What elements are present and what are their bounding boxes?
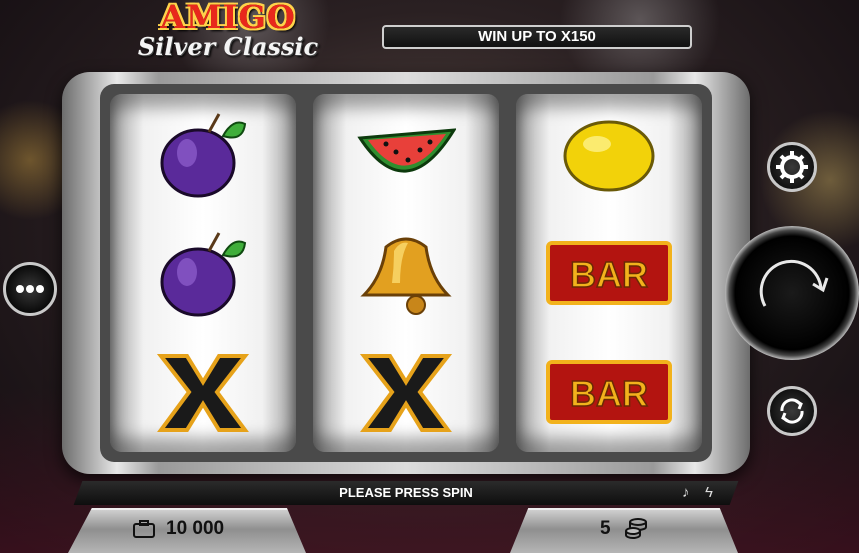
status-message: PLEASE PRESS SPIN	[339, 485, 473, 500]
reel-cell	[110, 332, 296, 451]
reel-cell	[516, 94, 702, 213]
more-dots-icon	[16, 285, 44, 293]
lemon-symbol	[563, 120, 655, 192]
plum-symbol	[160, 113, 247, 198]
bar-symbol: BAR	[546, 360, 672, 424]
bar-symbol: BAR	[546, 241, 672, 305]
bar-label: BAR	[570, 373, 648, 414]
watermelon-symbol	[357, 128, 456, 173]
win-banner: WIN UP TO X150	[382, 25, 692, 49]
reel-2	[313, 94, 499, 452]
x-symbol	[359, 354, 453, 432]
spin-button[interactable]	[725, 226, 859, 360]
x-symbol	[156, 354, 250, 432]
coins-icon	[625, 518, 647, 539]
autoplay-button[interactable]	[767, 386, 817, 436]
lightning-icon[interactable]: ϟ	[705, 484, 721, 502]
reel-window: BAR BAR	[100, 84, 712, 462]
reel-cell	[110, 213, 296, 332]
reel-1	[110, 94, 296, 452]
reel-cell: BAR	[516, 213, 702, 332]
reel-cell: BAR	[516, 332, 702, 451]
bar-label: BAR	[570, 254, 648, 295]
reel-cell	[313, 213, 499, 332]
plum-symbol	[160, 232, 247, 317]
slot-machine-frame: BAR BAR	[62, 72, 750, 474]
spin-arrow-icon	[759, 259, 829, 307]
music-note-icon[interactable]: ♪	[682, 484, 698, 502]
balance-value: 10 000	[166, 518, 225, 539]
menu-button[interactable]	[3, 262, 57, 316]
bell-symbol	[360, 237, 452, 315]
reel-cell	[313, 94, 499, 213]
reel-3: BAR BAR	[516, 94, 702, 452]
autoplay-arrows-icon	[780, 398, 804, 424]
game-logo: AMIGO Silver Classic	[118, 0, 338, 64]
logo-title: AMIGO	[160, 0, 296, 36]
bet-value[interactable]: 5	[600, 518, 611, 540]
briefcase-icon	[133, 520, 155, 538]
settings-button[interactable]	[767, 142, 817, 192]
logo-subtitle: Silver Classic	[137, 32, 319, 61]
gear-icon	[776, 151, 808, 183]
reel-cell	[110, 94, 296, 213]
reel-cell	[313, 332, 499, 451]
